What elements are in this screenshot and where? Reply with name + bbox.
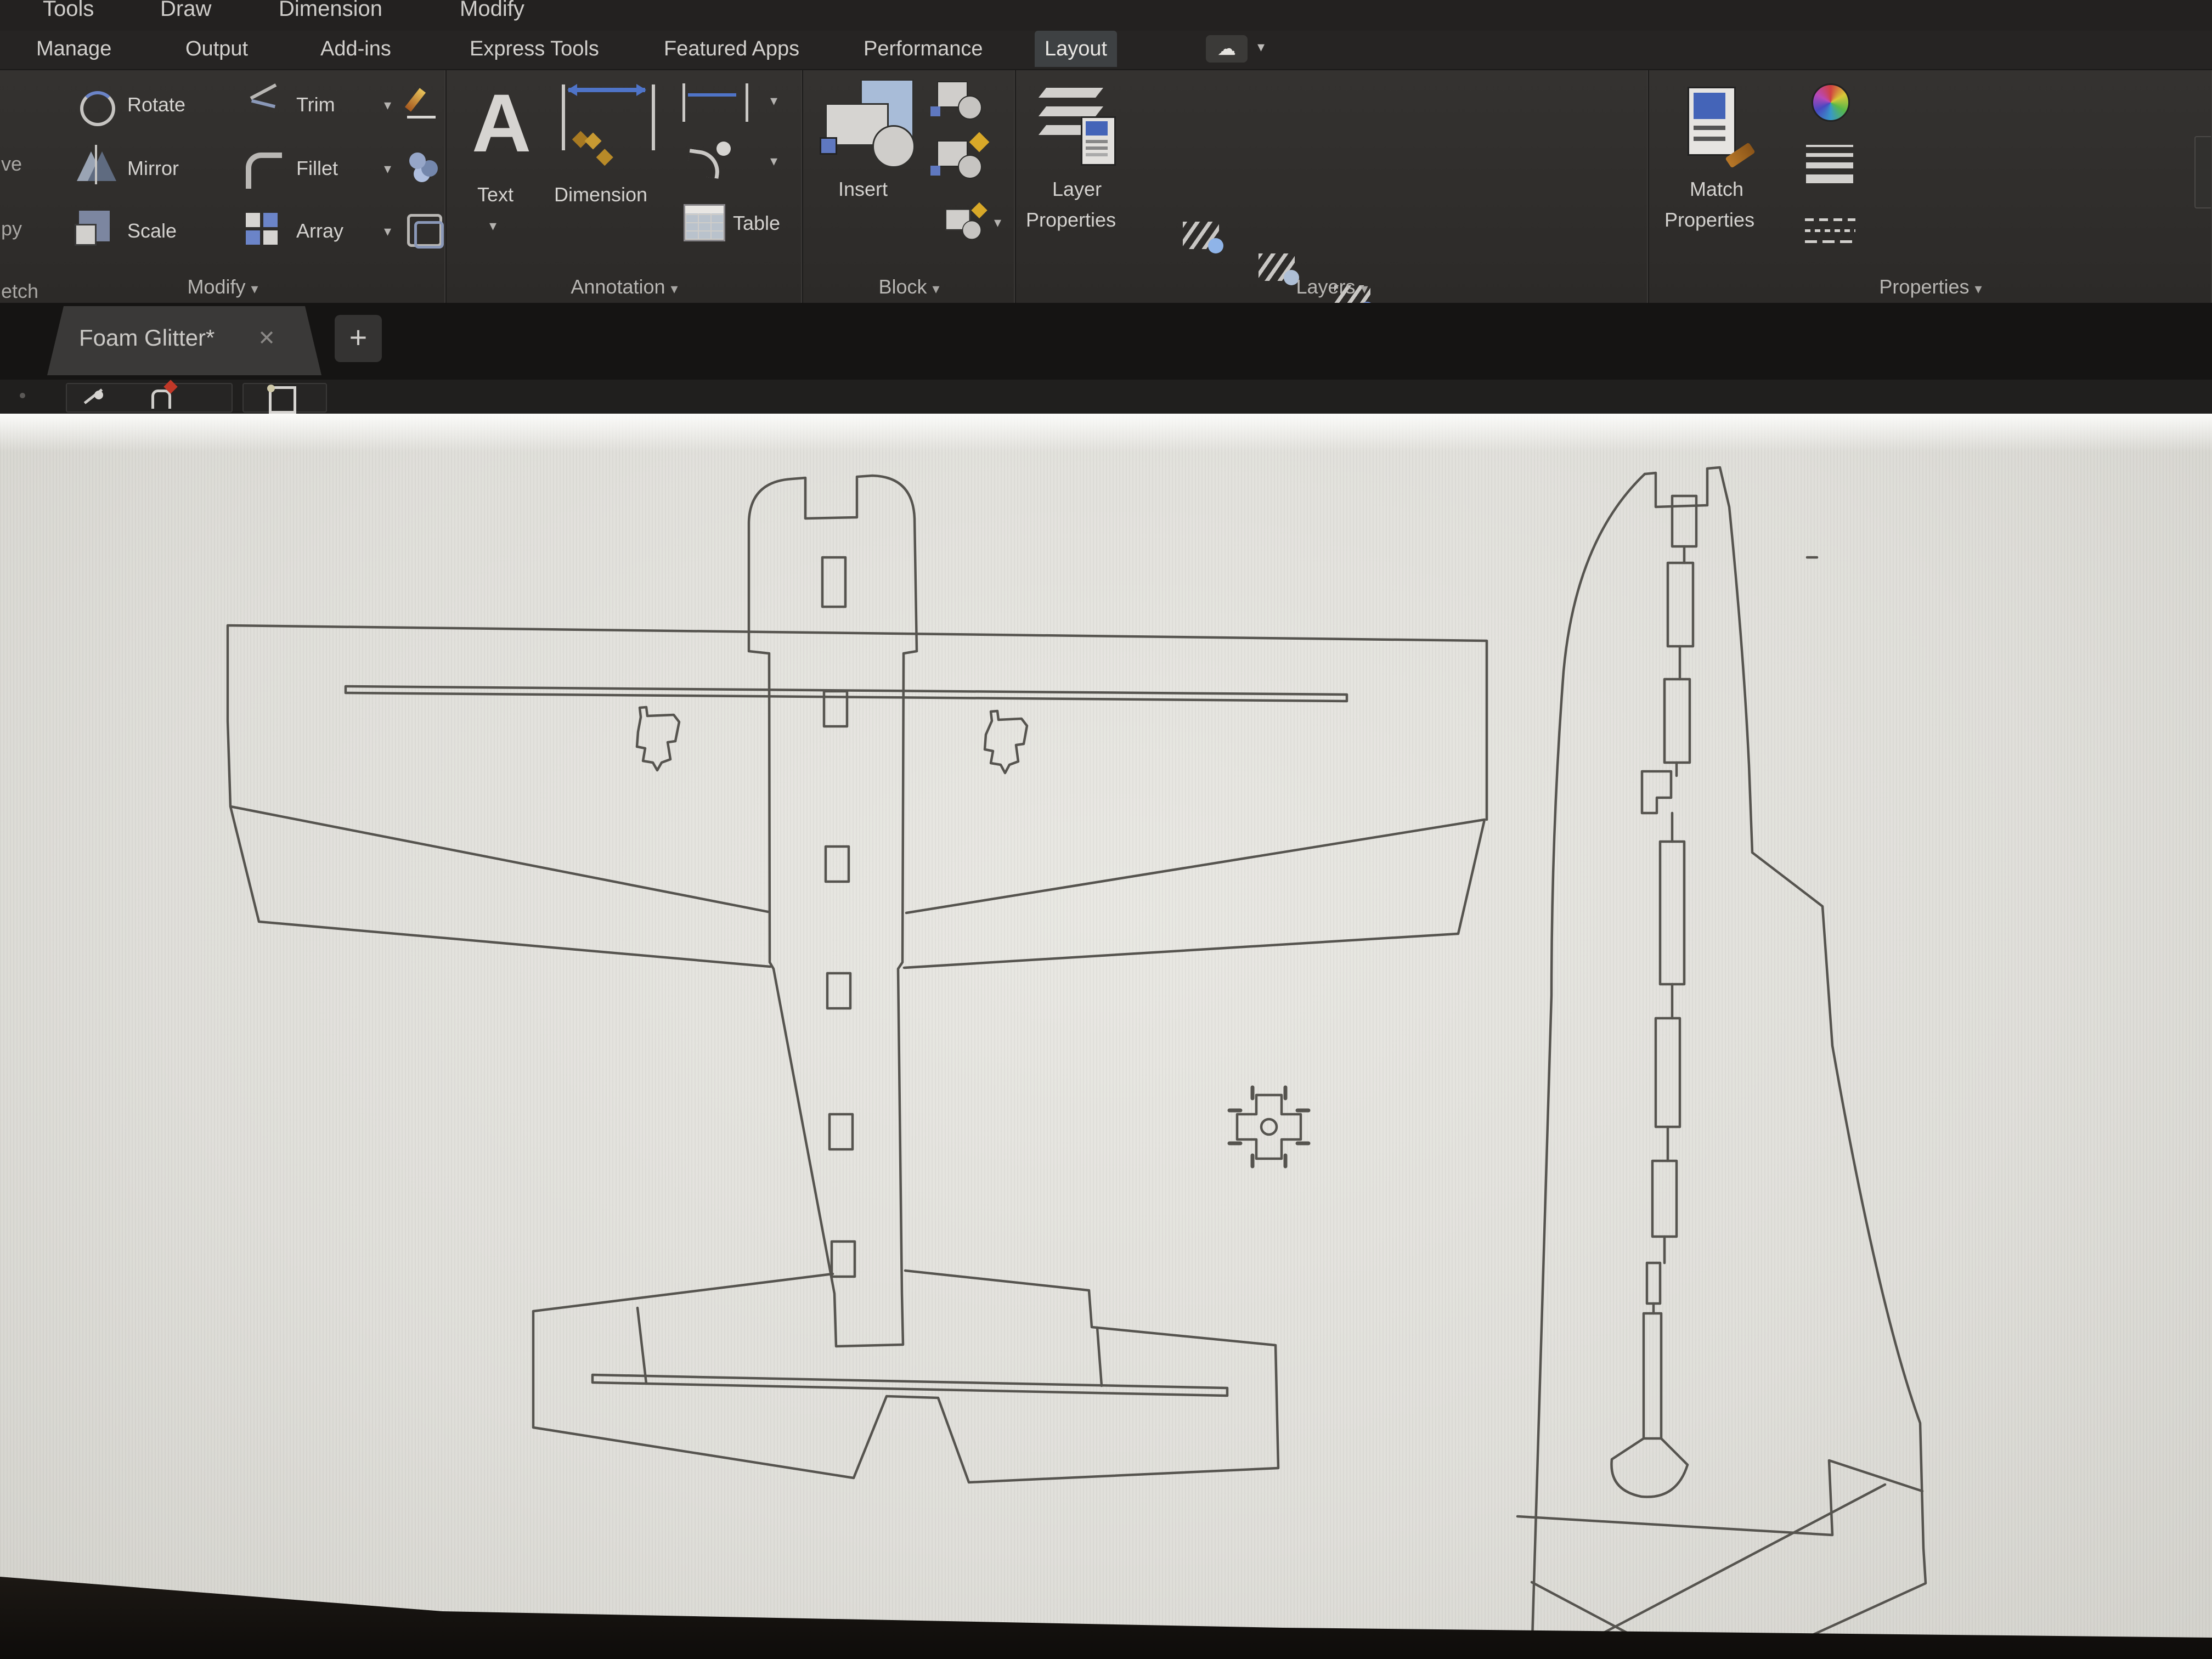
panel-caret-icon: ▾ — [671, 280, 678, 297]
linetype-icon[interactable] — [1805, 214, 1855, 249]
new-tab-button[interactable]: + — [335, 315, 382, 362]
annotation-panel-label[interactable]: Annotation▾ — [447, 275, 802, 298]
viewport-rectangle-icon[interactable] — [269, 386, 296, 414]
match-properties-button[interactable]: Match — [1690, 178, 1743, 201]
layer-properties-button-line2[interactable]: Properties — [1026, 208, 1116, 232]
partial-copy-label[interactable]: py — [1, 217, 22, 240]
airplane-side-view[interactable] — [1517, 467, 1926, 1658]
layer-properties-icon[interactable] — [1042, 84, 1108, 150]
file-tab-title: Foam Glitter* — [79, 325, 215, 351]
text-caret-icon[interactable]: ▾ — [489, 217, 496, 234]
menu-tools[interactable]: Tools — [43, 0, 94, 21]
file-tab-foam-glitter[interactable]: Foam Glitter* ✕ — [47, 306, 321, 375]
trim-button[interactable]: Trim — [296, 93, 335, 116]
scale-icon[interactable] — [79, 211, 110, 241]
cross-part[interactable] — [1229, 1087, 1308, 1166]
menu-modify[interactable]: Modify — [460, 0, 524, 21]
trim-caret-icon[interactable]: ▾ — [384, 97, 391, 114]
tab-featured-apps[interactable]: Featured Apps — [654, 31, 809, 67]
tab-add-ins[interactable]: Add-ins — [311, 31, 401, 67]
drafting-pencil-icon[interactable] — [80, 385, 104, 409]
edit-block-icon[interactable] — [933, 140, 982, 179]
scale-button[interactable]: Scale — [127, 219, 177, 242]
array-caret-icon[interactable]: ▾ — [384, 223, 391, 240]
text-button[interactable]: Text — [477, 183, 514, 206]
modify-panel-label[interactable]: Modify▾ — [0, 275, 445, 298]
panel-layers: Layer Properties ☀ Main Structure ▾ — [1016, 70, 1649, 303]
layers-panel-label[interactable]: Layers▾ — [1016, 275, 1648, 298]
color-wheel-icon[interactable] — [1812, 83, 1850, 122]
erase-brush-icon[interactable] — [407, 87, 440, 120]
foam-airplane-plan-drawing[interactable] — [0, 414, 2212, 1659]
create-block-icon[interactable] — [933, 81, 982, 120]
close-icon[interactable]: ✕ — [258, 326, 275, 351]
fillet-icon[interactable] — [246, 153, 282, 189]
block-panel-label[interactable]: Block▾ — [803, 275, 1015, 298]
autocad-window: Tools Draw Dimension Modify Manage Outpu… — [0, 0, 2212, 1659]
fillet-button[interactable]: Fillet — [296, 157, 338, 180]
menu-draw[interactable]: Draw — [160, 0, 211, 21]
trim-icon[interactable] — [246, 90, 281, 121]
explode-icon[interactable] — [407, 150, 438, 179]
properties-panel-label[interactable]: Properties▾ — [1649, 275, 2212, 298]
leader-icon[interactable] — [686, 140, 732, 179]
airplane-top-view[interactable] — [228, 476, 1487, 1482]
array-icon[interactable] — [246, 213, 278, 245]
mirror-button[interactable]: Mirror — [127, 157, 179, 180]
section-marker-icon[interactable] — [149, 385, 173, 409]
match-properties-icon[interactable] — [1685, 87, 1751, 163]
layer-properties-button[interactable]: Layer — [1052, 178, 1102, 201]
ribbon-panels: ve py etch Rotate Trim ▾ Mirror Fillet ▾… — [0, 70, 2212, 303]
linear-dimension-icon[interactable] — [682, 83, 748, 122]
chevron-down-icon[interactable]: ▾ — [1257, 38, 1265, 55]
panel-block: Insert ▾ Block▾ — [803, 70, 1016, 303]
insert-button[interactable]: Insert — [838, 178, 888, 201]
tab-layout[interactable]: Layout — [1035, 31, 1117, 67]
partial-move-label[interactable]: ve — [1, 153, 22, 176]
dimension-button[interactable]: Dimension — [554, 183, 647, 206]
panel-properties: Match Properties ByLayer ByLayer ByLayer… — [1649, 70, 2212, 303]
array-button[interactable]: Array — [296, 219, 343, 242]
table-icon[interactable] — [684, 204, 725, 241]
status-dot-icon — [20, 393, 25, 398]
block-caret-icon[interactable]: ▾ — [994, 214, 1001, 231]
match-properties-button-line2[interactable]: Properties — [1664, 208, 1754, 232]
fillet-caret-icon[interactable]: ▾ — [384, 160, 391, 177]
tab-output[interactable]: Output — [176, 31, 258, 67]
panel-modify: ve py etch Rotate Trim ▾ Mirror Fillet ▾… — [0, 70, 447, 303]
dimension-icon[interactable] — [562, 84, 655, 150]
edit-attributes-icon[interactable] — [937, 205, 986, 244]
viewport-tool-strip — [0, 380, 2212, 414]
panel-caret-icon: ▾ — [932, 280, 939, 297]
text-icon[interactable]: A — [472, 76, 531, 171]
insert-block-icon[interactable] — [825, 79, 918, 167]
file-tab-bar: Foam Glitter* ✕ + — [0, 303, 2212, 380]
tab-performance[interactable]: Performance — [854, 31, 993, 67]
panel-annotation: A Text ▾ Dimension ▾ ▾ Table Annotation▾ — [447, 70, 803, 303]
panel-caret-icon: ▾ — [1361, 280, 1368, 297]
mirror-icon[interactable] — [77, 148, 116, 181]
panel-caret-icon: ▾ — [1975, 280, 1982, 297]
rotate-button[interactable]: Rotate — [127, 93, 185, 116]
rotate-icon[interactable] — [80, 91, 115, 126]
tab-express-tools[interactable]: Express Tools — [460, 31, 609, 67]
menu-dimension[interactable]: Dimension — [279, 0, 382, 21]
leader-caret-icon[interactable]: ▾ — [770, 153, 777, 170]
table-button[interactable]: Table — [733, 212, 780, 235]
panel-caret-icon: ▾ — [251, 280, 258, 297]
dimension-caret-icon[interactable]: ▾ — [770, 92, 777, 109]
offset-icon[interactable] — [407, 214, 442, 247]
lineweight-icon[interactable] — [1806, 145, 1853, 183]
ribbon-tab-bar: Manage Output Add-ins Express Tools Feat… — [0, 31, 2212, 70]
drawing-canvas[interactable]: ✕ >_ ▾ Type a command — [0, 414, 2212, 1659]
menu-bar: Tools Draw Dimension Modify — [0, 0, 2212, 31]
tab-manage[interactable]: Manage — [26, 31, 121, 67]
layer-tool-icon-1[interactable] — [1181, 219, 1221, 251]
cloud-icon[interactable]: ☁ — [1206, 35, 1248, 63]
